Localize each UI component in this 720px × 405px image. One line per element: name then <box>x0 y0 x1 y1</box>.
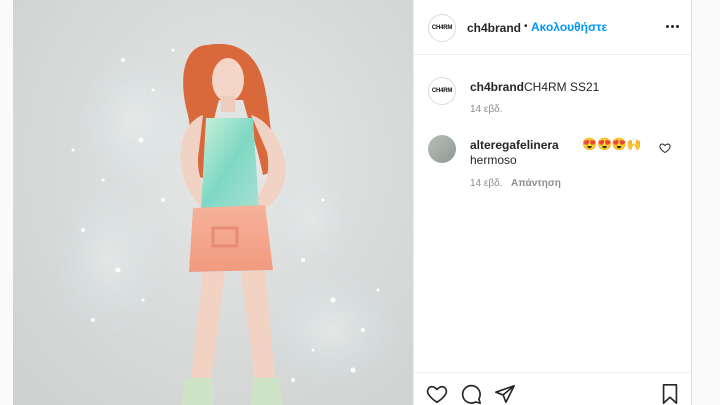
photo-illustration <box>48 43 403 405</box>
like-comment-icon[interactable] <box>659 142 671 154</box>
post-sidebar: CH4RM ch4brand • Ακολουθήστε CH4RM ch4br… <box>413 0 693 405</box>
caption-avatar[interactable]: CH4RM <box>428 77 456 105</box>
comment-username[interactable]: alteregafelinera <box>470 138 559 152</box>
comment-icon[interactable] <box>460 383 482 405</box>
comment-time[interactable]: 14 εβδ. <box>470 178 502 189</box>
post-image[interactable] <box>13 0 413 405</box>
heart-icon[interactable] <box>426 383 448 405</box>
caption-text: CH4RM SS21 <box>524 80 600 94</box>
bookmark-icon[interactable] <box>659 383 681 405</box>
post-header: CH4RM ch4brand • Ακολουθήστε <box>414 0 693 55</box>
author-username[interactable]: ch4brand <box>467 21 521 35</box>
comment-emoji: 😍😍😍🙌 <box>582 137 642 151</box>
header-separator: • <box>524 21 528 32</box>
follow-button[interactable]: Ακολουθήστε <box>531 20 607 34</box>
caption-username[interactable]: ch4brand <box>470 80 524 94</box>
avatar-logo-text: CH4RM <box>431 25 453 31</box>
comment-text: hermoso <box>470 153 517 167</box>
more-icon[interactable] <box>666 19 682 33</box>
commenter-avatar[interactable] <box>428 135 456 163</box>
action-bar <box>414 372 693 405</box>
post-dialog: CH4RM ch4brand • Ακολουθήστε CH4RM ch4br… <box>13 0 693 405</box>
author-avatar[interactable]: CH4RM <box>428 14 456 42</box>
avatar-logo-text: CH4RM <box>431 88 453 94</box>
share-icon[interactable] <box>494 383 516 405</box>
caption-time[interactable]: 14 εβδ. <box>470 104 502 115</box>
reply-button[interactable]: Απάντηση <box>511 178 561 189</box>
